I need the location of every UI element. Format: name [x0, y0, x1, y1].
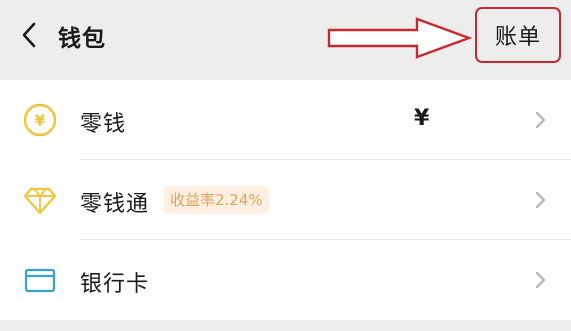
list-item-label: 银行卡 — [80, 272, 150, 297]
chevron-left-icon — [22, 22, 36, 48]
balance-amount: ¥ — [414, 106, 430, 131]
top-bar: 钱包 账单 — [0, 0, 571, 80]
back-button[interactable] — [14, 18, 44, 52]
list-item-label: 零钱通 — [80, 192, 150, 217]
section-gap — [0, 320, 571, 331]
svg-text:¥: ¥ — [35, 112, 46, 130]
bank-card-icon — [24, 268, 56, 293]
bill-button[interactable]: 账单 — [475, 7, 561, 63]
list-item-bank-card[interactable]: 银行卡 — [0, 240, 571, 320]
chevron-right-icon — [535, 271, 546, 289]
wallet-list: ¥ 零钱 ¥ 零钱通 收益率2.24% 银行卡 — [0, 80, 571, 320]
yuan-coin-icon: ¥ — [23, 103, 57, 137]
annotation-arrow — [327, 17, 473, 59]
yield-badge: 收益率2.24% — [164, 186, 269, 214]
list-item-label: 零钱 — [80, 112, 127, 137]
list-item-change[interactable]: ¥ 零钱 ¥ — [0, 80, 571, 160]
chevron-right-icon — [535, 191, 546, 209]
page-title: 钱包 — [58, 26, 106, 52]
chevron-right-icon — [535, 111, 546, 129]
diamond-icon — [23, 187, 57, 215]
list-item-lingqiantong[interactable]: 零钱通 收益率2.24% — [0, 160, 571, 240]
